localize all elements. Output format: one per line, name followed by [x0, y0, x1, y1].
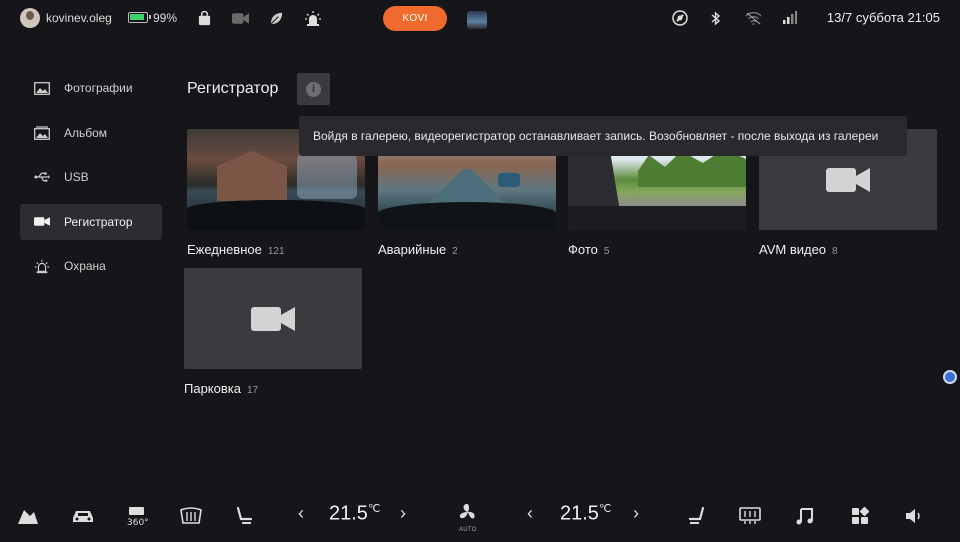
sidebar-item-dashcam[interactable]: Регистратор	[20, 203, 162, 240]
sidebar-item-photos[interactable]: Фотографии	[20, 70, 162, 106]
temp-unit: ℃	[598, 503, 612, 515]
svg-text:360°: 360°	[127, 518, 149, 526]
left-temp-increase[interactable]: ›	[400, 503, 406, 524]
bluetooth-icon	[707, 9, 725, 27]
sidebar-item-label: Фотографии	[64, 81, 133, 95]
cellular-icon	[780, 9, 798, 27]
album-card-parking[interactable]: Парковка 17	[184, 268, 362, 396]
car-icon[interactable]	[71, 504, 95, 528]
album-count: 2	[452, 246, 458, 257]
sidebar-item-label: Альбом	[64, 125, 108, 140]
video-camera-icon	[826, 167, 870, 192]
sidebar: Фотографии Альбом USB Регистратор Охрана	[20, 70, 162, 293]
photo-icon	[34, 80, 50, 96]
camera-icon[interactable]	[231, 9, 249, 27]
temp-unit: ℃	[367, 503, 381, 515]
page-title: Регистратор	[187, 80, 279, 97]
fan-mode-label: AUTO	[459, 527, 477, 533]
album-count: 121	[267, 246, 285, 257]
right-temp-decrease[interactable]: ‹	[527, 503, 533, 524]
sidebar-item-album[interactable]: Альбом	[20, 115, 162, 151]
battery-percent: 99%	[153, 11, 178, 25]
video-camera-icon	[251, 306, 295, 331]
bag-icon[interactable]	[195, 9, 213, 27]
status-bar: kovinev.oleg 99% KOVI 13/7 суббота 21:05	[0, 0, 960, 38]
info-tooltip: Войдя в галерею, видеорегистратор остана…	[299, 116, 907, 156]
seat-right-icon[interactable]	[685, 504, 709, 528]
right-temp-increase[interactable]: ›	[633, 503, 639, 524]
album-icon	[34, 125, 50, 141]
info-icon: i	[306, 81, 321, 97]
assistant-float-button[interactable]	[943, 370, 957, 384]
user-profile[interactable]: kovinev.oleg	[20, 8, 112, 28]
leaf-icon[interactable]	[267, 9, 285, 27]
alarm-icon[interactable]	[304, 9, 322, 27]
home-icon[interactable]	[16, 504, 40, 528]
info-button[interactable]: i	[297, 73, 330, 105]
sidebar-item-security[interactable]: Охрана	[20, 248, 162, 284]
left-temp-value: 21.5	[329, 502, 368, 525]
apps-grid-icon[interactable]	[848, 504, 872, 528]
signal-icon	[671, 9, 689, 27]
username: kovinev.oleg	[46, 11, 112, 25]
rear-defrost-icon[interactable]	[179, 504, 203, 528]
sidebar-item-label: Охрана	[64, 259, 106, 273]
sidebar-item-usb[interactable]: USB	[20, 159, 162, 195]
album-title: Парковка	[184, 381, 241, 396]
album-count: 5	[603, 246, 610, 257]
avatar	[20, 8, 40, 28]
app-thumbnail[interactable]	[467, 11, 487, 29]
music-icon[interactable]	[793, 504, 817, 528]
wifi-icon	[744, 9, 762, 27]
left-temp-display: 21.5℃	[329, 502, 380, 526]
sidebar-item-label: USB	[64, 170, 89, 184]
kovi-button[interactable]: KOVI	[383, 6, 447, 31]
usb-icon	[34, 169, 50, 185]
volume-icon[interactable]	[902, 504, 926, 528]
battery-icon	[128, 12, 151, 23]
alarm-icon	[34, 258, 50, 274]
left-temp-decrease[interactable]: ‹	[298, 503, 304, 524]
album-title: Фото	[568, 242, 598, 257]
datetime: 13/7 суббота 21:05	[826, 10, 940, 25]
album-title: Аварийные	[378, 242, 447, 257]
right-temp-display: 21.5℃	[560, 502, 611, 526]
album-count: 17	[246, 385, 259, 396]
bottom-bar: 360° ‹ 21.5℃ › AUTO ‹ 21.5℃ ›	[0, 496, 960, 536]
album-title: AVM видео	[759, 242, 827, 257]
album-count: 8	[832, 246, 838, 257]
defrost-icon[interactable]	[738, 504, 762, 528]
album-thumbnail	[184, 268, 362, 369]
album-title: Ежедневное	[187, 242, 262, 257]
right-temp-value: 21.5	[560, 502, 599, 525]
sidebar-item-label: Регистратор	[64, 214, 133, 229]
seat-icon[interactable]	[232, 504, 256, 528]
fan-icon[interactable]	[456, 500, 480, 524]
dashcam-icon	[34, 214, 50, 230]
camera-360-icon[interactable]: 360°	[126, 504, 150, 528]
